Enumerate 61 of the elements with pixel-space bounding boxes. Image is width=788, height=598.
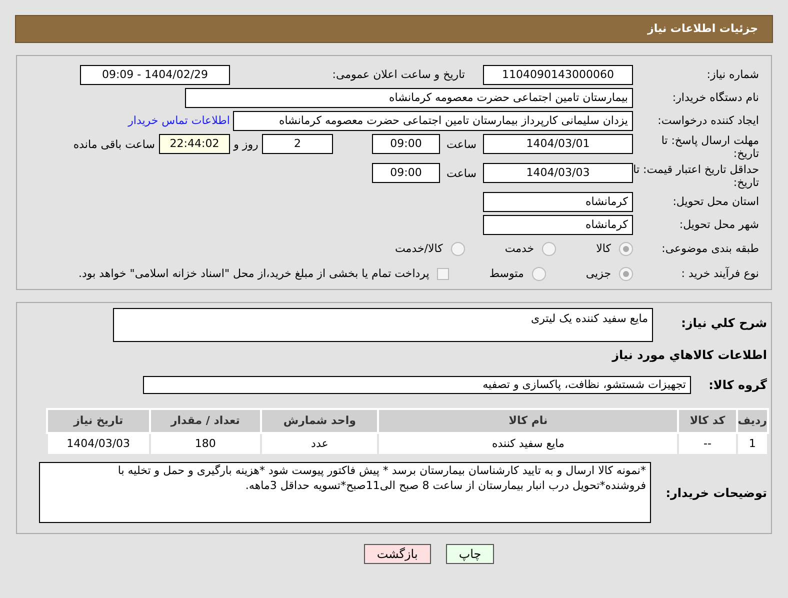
field-label: حداقل تاریخ اعتبار قیمت: تا تاریخ: xyxy=(633,163,760,189)
radio-button[interactable] xyxy=(619,242,633,256)
notes-textarea[interactable]: *نمونه کالا ارسال و به تایید کارشناسان بیمارستان برسد * پیش فاکتور پیوست شود *هزینه بارگیری و حمل و تخلیه با فروشنده*تحویل درب انبار بیمارستان از ساعت 8 صبح الی11صبح*تسویه حداقل 3ماهه. xyxy=(39,462,651,523)
table-cell: 1 xyxy=(736,433,768,455)
text-field[interactable]: کرمانشاه xyxy=(483,192,633,212)
table-cell: -- xyxy=(678,433,737,455)
field-label: شماره نیاز: xyxy=(706,66,760,83)
field-label: استان محل تحویل: xyxy=(672,194,760,210)
table-cell: 180 xyxy=(150,433,262,455)
column-header: واحد شمارش xyxy=(261,409,378,433)
table-cell: عدد xyxy=(261,433,378,455)
field-label: نام دستگاه خریدار: xyxy=(671,90,760,106)
radio-label: خدمت xyxy=(504,240,534,257)
checkbox-label: پرداخت تمام یا بخشی از مبلغ خرید،از محل "اسناد خزانه اسلامی" خواهد بود. xyxy=(78,266,430,282)
table-cell: 1404/03/03 xyxy=(47,433,150,455)
back-button[interactable]: بازگشت xyxy=(364,544,431,564)
column-header: کد کالا xyxy=(678,409,737,433)
page-header: جزئیات اطلاعات نیاز xyxy=(15,15,773,43)
text-field[interactable]: 09:00 xyxy=(372,134,440,154)
text-field[interactable]: 1404/03/01 xyxy=(483,134,633,154)
text-field[interactable]: 1404/02/29 - 09:09 xyxy=(80,65,230,85)
text-field[interactable]: بیمارستان تامین اجتماعی حضرت معصومه کرمانشاه xyxy=(185,88,633,108)
goods-group-field[interactable]: تجهیزات شستشو، نظافت، پاکسازی و تصفیه xyxy=(143,376,691,394)
text-field[interactable]: یزدان سلیمانی کارپرداز بیمارستان تامین اجتماعی حضرت معصومه کرمانشاه xyxy=(233,111,633,131)
text-field[interactable]: 1104090143000060 xyxy=(483,65,633,85)
print-button[interactable]: چاپ xyxy=(446,544,494,564)
text-field[interactable]: کرمانشاه xyxy=(483,215,633,235)
radio-button[interactable] xyxy=(532,267,546,281)
field-label: ایجاد کننده درخواست: xyxy=(656,112,760,129)
field-label: ساعت xyxy=(446,166,478,182)
buyer-contact-link[interactable]: اطلاعات تماس خریدار xyxy=(128,112,230,130)
radio-button[interactable] xyxy=(450,242,465,256)
column-header: نام کالا xyxy=(378,409,678,433)
radio-button[interactable] xyxy=(542,242,556,256)
summary-textarea[interactable]: مایع سفید کننده یک لیتری xyxy=(113,308,653,342)
radio-label: جزیی xyxy=(586,266,611,282)
countdown-field[interactable]: 22:44:02 xyxy=(159,134,230,154)
field-label: روز و xyxy=(232,137,260,153)
field-label: تاریخ و ساعت اعلان عمومی: xyxy=(331,66,466,83)
field-label: ساعت باقی مانده xyxy=(73,137,155,153)
column-header: ردیف xyxy=(736,409,768,433)
radio-button[interactable] xyxy=(619,267,633,281)
column-header: تعداد / مقدار xyxy=(150,409,262,433)
field-label: ساعت xyxy=(446,137,478,153)
field-label: طبقه بندی موضوعی: xyxy=(660,240,760,257)
table-cell: مایع سفید کننده xyxy=(378,433,678,455)
field-label: گروه کالا: xyxy=(708,377,768,394)
text-field[interactable]: 09:00 xyxy=(372,163,440,183)
checkbox[interactable] xyxy=(437,268,450,280)
field-label: توضیحات خریدار: xyxy=(664,484,768,502)
field-label: مهلت ارسال پاسخ: تا تاریخ: xyxy=(660,134,760,160)
text-field[interactable]: 2 xyxy=(262,134,333,154)
radio-label: کالا xyxy=(596,240,611,257)
section-heading: اطلاعات کالاهاي مورد نياز xyxy=(610,347,768,364)
column-header: تاریخ نیاز xyxy=(47,409,150,433)
radio-label: متوسط xyxy=(489,266,524,282)
radio-label: کالا/خدمت xyxy=(395,240,443,257)
field-label: نوع فرآیند خرید : xyxy=(680,266,760,282)
text-field[interactable]: 1404/03/03 xyxy=(483,163,633,183)
field-label: شرح کلي نياز: xyxy=(680,315,768,332)
field-label: شهر محل تحویل: xyxy=(678,216,760,233)
